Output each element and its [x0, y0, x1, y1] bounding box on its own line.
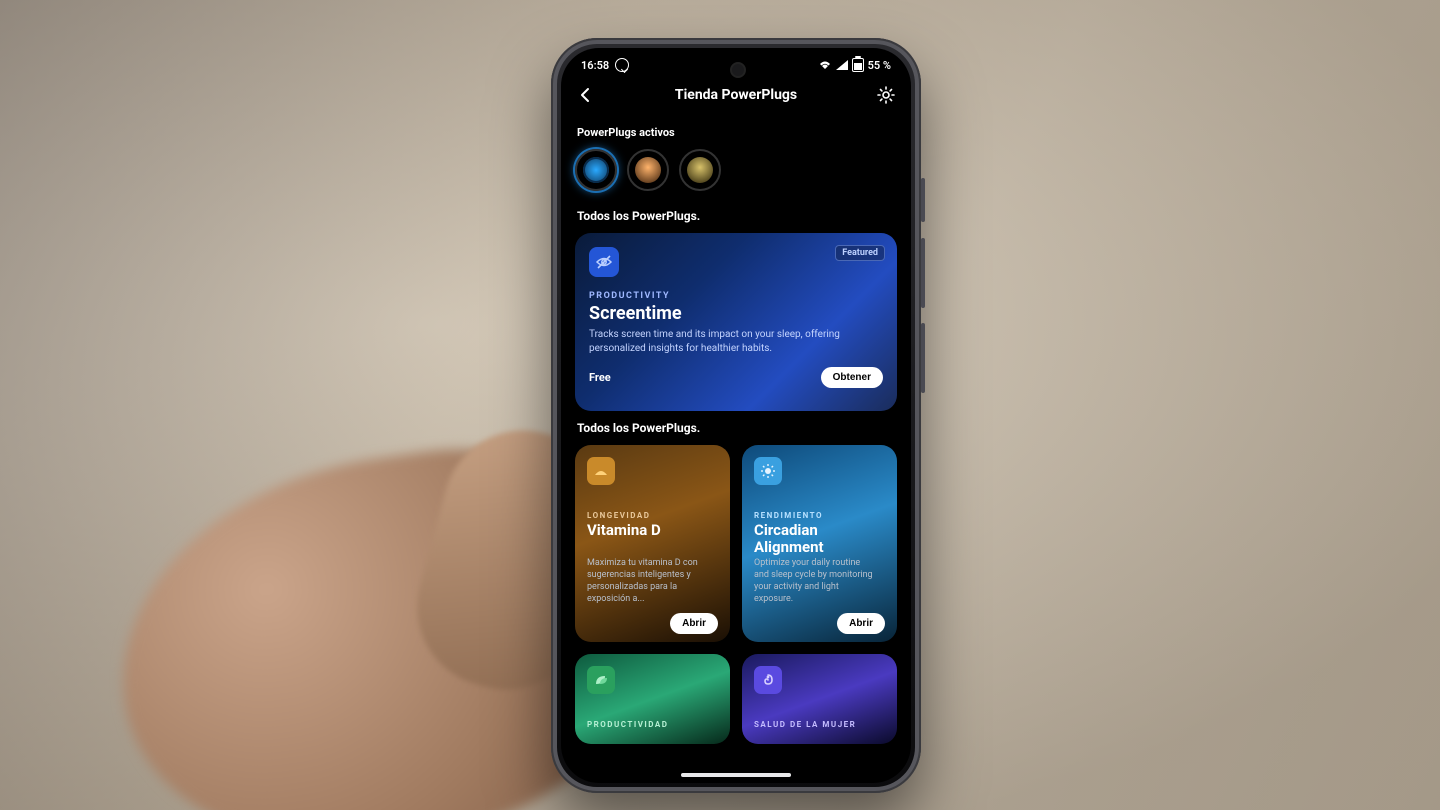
featured-price: Free: [589, 371, 611, 384]
status-time: 16:58: [581, 59, 609, 72]
get-button[interactable]: Obtener: [821, 367, 883, 388]
gear-icon[interactable]: [877, 86, 895, 104]
phone-screen: 16:58 55 % Tienda PowerPlugs: [561, 48, 911, 783]
battery-icon: [852, 58, 864, 72]
photo-background: 16:58 55 % Tienda PowerPlugs: [0, 0, 1440, 810]
card-kicker: RENDIMIENTO: [754, 511, 885, 520]
card-circadian[interactable]: RENDIMIENTO Circadian Alignment Optimize…: [742, 445, 897, 642]
card-desc: Maximiza tu vitamina D con sugerencias i…: [587, 557, 708, 606]
card-title: Circadian Alignment: [754, 522, 885, 557]
page-title: Tienda PowerPlugs: [675, 87, 797, 103]
leaf-icon: [587, 666, 615, 694]
wifi-icon: [818, 60, 832, 70]
volume-down-button: [921, 323, 925, 393]
featured-card[interactable]: Featured PRODUCTIVITY Screentime Tracks …: [575, 233, 897, 411]
home-indicator[interactable]: [681, 773, 791, 777]
active-plugs-row: [575, 149, 897, 191]
back-icon[interactable]: [577, 86, 595, 104]
featured-title: Screentime: [589, 303, 883, 324]
card-title: Vitamina D: [587, 522, 718, 539]
fetus-icon: [754, 666, 782, 694]
featured-desc: Tracks screen time and its impact on you…: [589, 328, 859, 355]
active-plugs-label: PowerPlugs activos: [577, 126, 895, 139]
all-plugs-label-2: Todos los PowerPlugs.: [577, 421, 895, 435]
featured-kicker: PRODUCTIVITY: [589, 291, 883, 301]
card-kicker: LONGEVIDAD: [587, 511, 718, 520]
side-button: [921, 178, 925, 222]
status-battery: 55 %: [868, 59, 891, 72]
whatsapp-icon: [615, 58, 629, 72]
open-button[interactable]: Abrir: [670, 613, 718, 634]
phone-frame: 16:58 55 % Tienda PowerPlugs: [551, 38, 921, 793]
signal-icon: [836, 60, 848, 70]
all-plugs-label-1: Todos los PowerPlugs.: [577, 209, 895, 223]
card-kicker: SALUD DE LA MUJER: [754, 720, 885, 729]
active-plug-1[interactable]: [575, 149, 617, 191]
plugs-grid: LONGEVIDAD Vitamina D Maximiza tu vitami…: [575, 445, 897, 744]
open-button[interactable]: Abrir: [837, 613, 885, 634]
app-navbar: Tienda PowerPlugs: [561, 72, 911, 112]
brightness-icon: [754, 457, 782, 485]
card-womens-health[interactable]: SALUD DE LA MUJER: [742, 654, 897, 744]
card-desc: Optimize your daily routine and sleep cy…: [754, 557, 875, 606]
front-camera: [730, 62, 746, 78]
card-vitamin-d[interactable]: LONGEVIDAD Vitamina D Maximiza tu vitami…: [575, 445, 730, 642]
sun-icon: [587, 457, 615, 485]
active-plug-3[interactable]: [679, 149, 721, 191]
card-kicker: PRODUCTIVIDAD: [587, 720, 718, 729]
volume-up-button: [921, 238, 925, 308]
scroll-content[interactable]: PowerPlugs activos Todos los PowerPlugs.…: [561, 118, 911, 783]
featured-badge: Featured: [835, 245, 885, 261]
eye-off-icon: [589, 247, 619, 277]
active-plug-2[interactable]: [627, 149, 669, 191]
card-productivity[interactable]: PRODUCTIVIDAD: [575, 654, 730, 744]
